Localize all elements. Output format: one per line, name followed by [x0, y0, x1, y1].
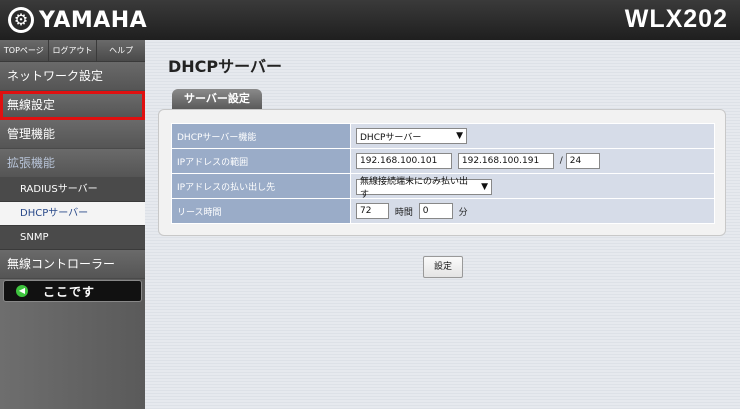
submit-button[interactable]: 設定 [423, 256, 463, 278]
brand-name: YAMAHA [39, 7, 148, 33]
settings-table: DHCPサーバー機能 DHCPサーバー ▼ IPアドレスの範囲 192.168.… [171, 123, 715, 224]
ip-range-cell: 192.168.100.101 192.168.100.191 /24 [350, 148, 715, 174]
chevron-down-icon: ▼ [456, 131, 463, 141]
ip-range-start-input[interactable]: 192.168.100.101 [356, 153, 452, 169]
here-label: ここです [43, 284, 96, 299]
logout-button[interactable]: ログアウト [48, 40, 98, 61]
page-title: DHCPサーバー [168, 57, 282, 76]
sidebar-subitem-dhcp[interactable]: DHCPサーバー [0, 202, 145, 226]
lease-time-cell: 72 時間 0 分 [350, 198, 715, 224]
yamaha-tuning-fork-icon [8, 7, 34, 33]
prefix-length-input[interactable]: 24 [565, 153, 600, 169]
sidebar-item-network-settings[interactable]: ネットワーク設定 [0, 62, 145, 91]
table-row: リース時間 72 時間 0 分 [171, 198, 715, 224]
sidebar-item-extensions[interactable]: 拡張機能 [0, 149, 145, 178]
ip-target-select[interactable]: 無線接続端末にのみ払い出す ▼ [356, 177, 492, 200]
main-content: DHCPサーバー サーバー設定 DHCPサーバー機能 DHCPサーバー ▼ IP… [145, 40, 740, 409]
dhcp-function-value: DHCPサーバー [360, 132, 422, 143]
sidebar-item-wireless-controller[interactable]: 無線コントローラー [0, 250, 145, 279]
sidebar-item-wireless-settings[interactable]: 無線設定 [0, 91, 145, 120]
dhcp-function-select[interactable]: DHCPサーバー ▼ [356, 128, 467, 144]
arrow-icon: ◀ [16, 285, 28, 297]
ip-range-end-input[interactable]: 192.168.100.191 [457, 153, 554, 169]
lease-hours-unit: 時間 [394, 207, 413, 218]
ip-target-cell: 無線接続端末にのみ払い出す ▼ [350, 173, 715, 200]
lease-hours-input[interactable]: 72 [356, 203, 389, 219]
top-page-button[interactable]: TOPページ [0, 40, 49, 61]
here-indicator: ◀ ここです [3, 280, 142, 302]
prefix-separator: / [559, 156, 563, 166]
ip-target-label: IPアドレスの払い出し先 [171, 173, 351, 199]
lease-minutes-input[interactable]: 0 [418, 203, 453, 219]
section-tab-server-settings: サーバー設定 [172, 89, 262, 109]
sidebar-item-management[interactable]: 管理機能 [0, 120, 145, 149]
yamaha-logo: YAMAHA [8, 7, 147, 33]
sidebar: TOPページ ログアウト ヘルプ ネットワーク設定 無線設定 管理機能 拡張機能… [0, 40, 146, 409]
ip-range-label: IPアドレスの範囲 [171, 148, 351, 174]
settings-panel: DHCPサーバー機能 DHCPサーバー ▼ IPアドレスの範囲 192.168.… [158, 109, 726, 236]
top-nav: TOPページ ログアウト ヘルプ [0, 40, 146, 62]
table-row: IPアドレスの払い出し先 無線接続端末にのみ払い出す ▼ [171, 173, 715, 200]
table-row: DHCPサーバー機能 DHCPサーバー ▼ [171, 123, 715, 149]
table-row: IPアドレスの範囲 192.168.100.101 192.168.100.19… [171, 148, 715, 174]
sidebar-subitem-radius[interactable]: RADIUSサーバー [0, 178, 145, 202]
sidebar-subitem-snmp[interactable]: SNMP [0, 226, 145, 250]
lease-time-label: リース時間 [171, 198, 351, 224]
lease-minutes-unit: 分 [458, 207, 468, 218]
ip-target-value: 無線接続端末にのみ払い出す [360, 177, 469, 200]
header-bar: YAMAHA WLX202 [0, 0, 740, 40]
model-name: WLX202 [624, 5, 728, 33]
dhcp-function-label: DHCPサーバー機能 [171, 123, 351, 149]
chevron-down-icon: ▼ [481, 182, 488, 192]
dhcp-function-cell: DHCPサーバー ▼ [350, 123, 715, 149]
help-button[interactable]: ヘルプ [97, 40, 146, 61]
